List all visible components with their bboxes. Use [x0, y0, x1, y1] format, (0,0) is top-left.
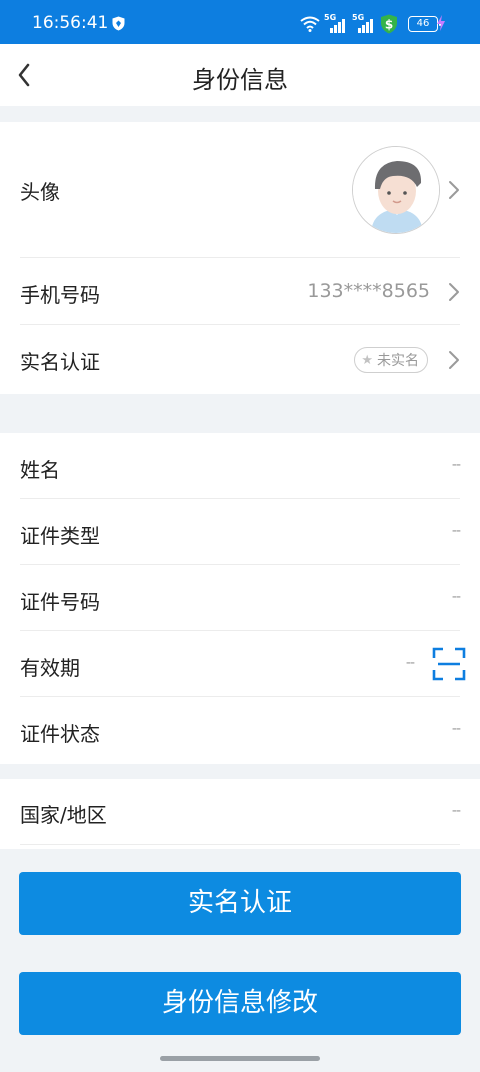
id-type-value: --: [451, 523, 461, 539]
battery-level: 46: [416, 18, 430, 29]
charging-bolt-icon: [437, 15, 445, 31]
modify-identity-button[interactable]: 身份信息修改: [19, 972, 461, 1035]
validity-value: --: [405, 655, 415, 671]
id-type-label: 证件类型: [20, 524, 100, 548]
battery-icon: 46: [408, 16, 441, 32]
identity-section: 姓名 -- 证件类型 -- 证件号码 -- 有效期 -- 证件状态 --: [0, 433, 480, 764]
scan-icon[interactable]: [432, 647, 466, 681]
id-status-label: 证件状态: [20, 722, 100, 746]
region-section: 国家/地区 --: [0, 779, 480, 849]
realname-status: 未实名: [377, 353, 419, 369]
region-row: 国家/地区 --: [20, 779, 461, 845]
chevron-right-icon: [449, 181, 459, 199]
phone-row[interactable]: 手机号码 133****8565: [20, 258, 460, 325]
page-title: 身份信息: [192, 66, 288, 94]
chevron-right-icon: [449, 283, 459, 301]
star-icon: ★: [361, 352, 373, 368]
name-row: 姓名 --: [20, 433, 461, 499]
svg-text:$: $: [385, 18, 393, 32]
account-section: 头像 手机号码 133****8565 实名认证 ★ 未实名: [0, 122, 480, 394]
status-time: 16:56:41: [32, 13, 109, 33]
id-status-value: --: [451, 721, 461, 737]
chevron-right-icon: [449, 351, 459, 369]
avatar-label: 头像: [20, 180, 60, 204]
realname-status-badge: ★ 未实名: [354, 347, 428, 373]
validity-label: 有效期: [20, 656, 80, 680]
signal-icon: 5G: [324, 13, 348, 33]
realname-label: 实名认证: [20, 350, 100, 374]
wifi-icon: [300, 16, 320, 32]
region-label: 国家/地区: [20, 803, 107, 827]
home-indicator[interactable]: [160, 1056, 320, 1061]
id-type-row: 证件类型 --: [20, 499, 461, 565]
id-number-label: 证件号码: [20, 590, 100, 614]
name-value: --: [451, 457, 461, 473]
id-number-value: --: [451, 589, 461, 605]
id-status-row: 证件状态 --: [20, 697, 461, 764]
security-dollar-icon: $: [381, 14, 397, 34]
name-label: 姓名: [20, 458, 60, 482]
shield-icon: [112, 16, 125, 31]
id-number-row: 证件号码 --: [20, 565, 461, 631]
avatar[interactable]: [352, 146, 440, 234]
avatar-row[interactable]: 头像: [20, 122, 460, 258]
realname-row[interactable]: 实名认证 ★ 未实名: [20, 325, 460, 394]
verify-button[interactable]: 实名认证: [19, 872, 461, 935]
status-bar: 16:56:41 5G 5G $ 46: [0, 0, 480, 44]
validity-row: 有效期 --: [20, 631, 466, 697]
nav-bar: 身份信息: [0, 44, 480, 106]
phone-label: 手机号码: [20, 283, 100, 307]
signal-icon: 5G: [352, 13, 376, 33]
phone-value: 133****8565: [307, 280, 430, 302]
avatar-image: [353, 147, 439, 233]
region-value: --: [451, 803, 461, 819]
